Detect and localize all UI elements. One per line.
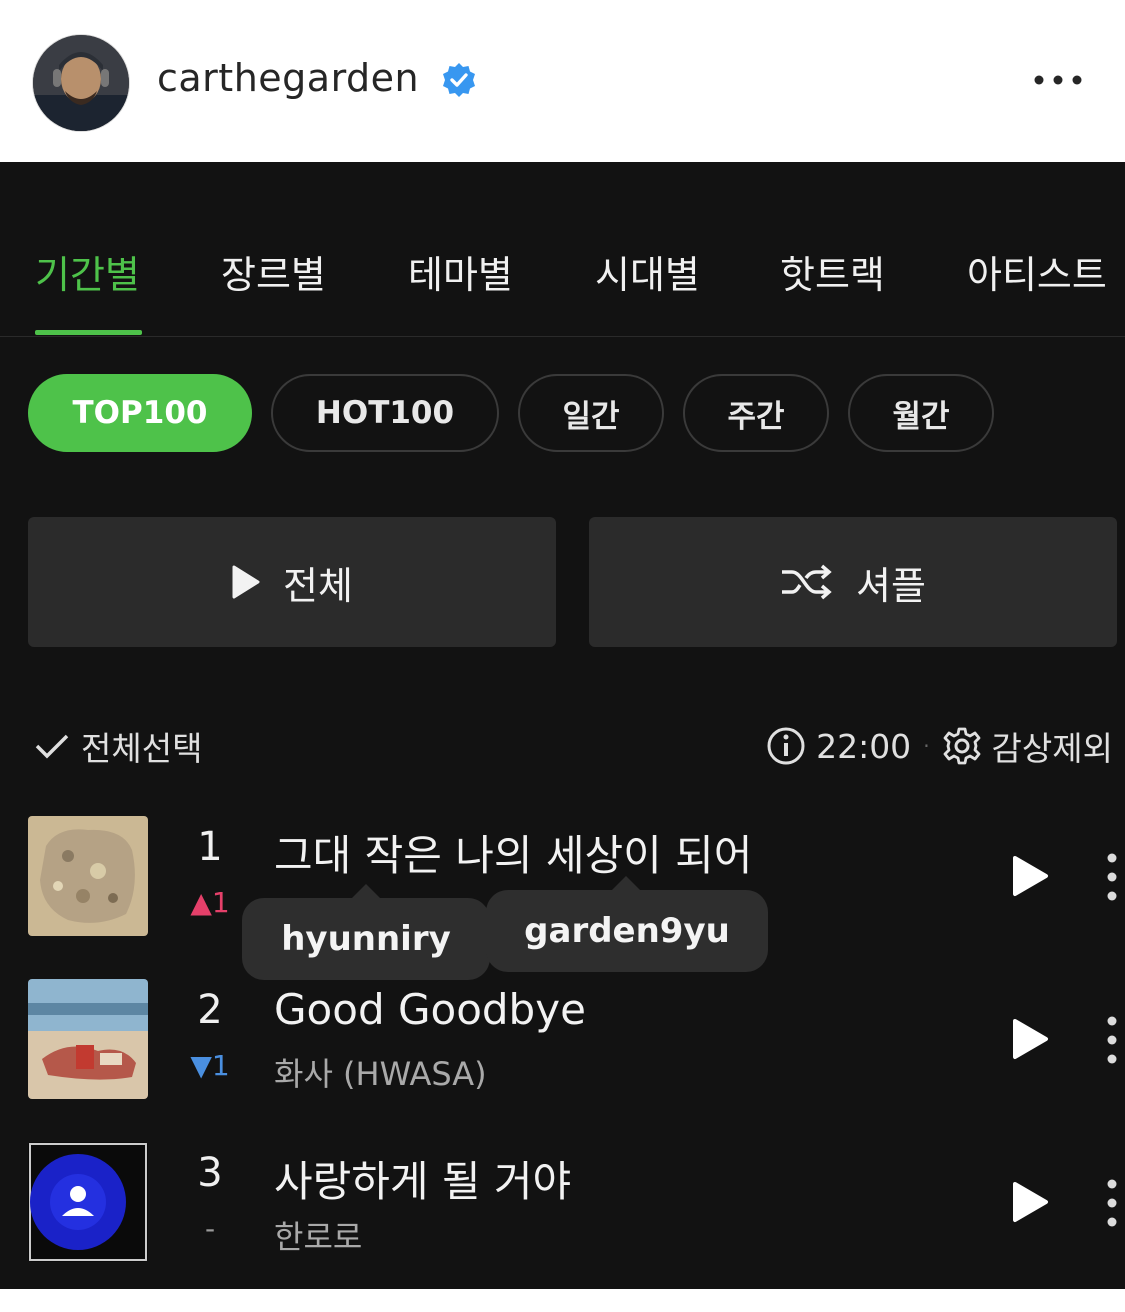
play-all-button[interactable]: 전체 [28, 517, 556, 647]
user-tag-label: garden9yu [524, 911, 730, 951]
rank-change: ▼1 [190, 1049, 230, 1082]
song-rank: 3 [197, 1150, 223, 1196]
info-icon[interactable] [766, 726, 806, 766]
song-row[interactable]: 2 ▼1 Good Goodbye 화사 (HWASA) [0, 979, 1125, 1099]
song-row[interactable]: 3 - 사랑하게 될 거야 한로로 [0, 1142, 1125, 1262]
username[interactable]: carthegarden [157, 56, 419, 100]
album-art [28, 816, 148, 936]
tab-period[interactable]: 기간별 [35, 244, 140, 299]
user-tag-label: hyunniry [281, 919, 451, 959]
song-artist: 화사 (HWASA) [274, 1055, 487, 1093]
shuffle-label: 셔플 [856, 563, 926, 608]
chip-top100[interactable]: TOP100 [28, 374, 252, 452]
select-all-label: 전체선택 [81, 729, 203, 768]
post-header: carthegarden [0, 0, 1125, 162]
select-all[interactable]: 전체선택 [35, 722, 202, 770]
post-bottom-edge [0, 1289, 1125, 1312]
song-title: 사랑하게 될 거야 [274, 1157, 572, 1206]
verified-badge-icon [443, 63, 475, 97]
tab-era[interactable]: 시대별 [595, 244, 700, 299]
play-icon[interactable] [1010, 854, 1050, 898]
shuffle-icon [780, 564, 834, 600]
tab-hottrack[interactable]: 핫트랙 [780, 244, 885, 299]
song-rank: 2 [197, 987, 223, 1033]
chip-monthly[interactable]: 월간 [848, 374, 994, 452]
song-artist: 한로로 [274, 1218, 363, 1256]
more-vertical-icon[interactable] [1104, 852, 1120, 902]
chart-screenshot: 기간별 장르별 테마별 시대별 핫트랙 아티스트 TOP100 HOT100 일… [0, 162, 1125, 1289]
album-art [28, 1142, 148, 1262]
play-icon[interactable] [1010, 1180, 1050, 1224]
period-tabs: 기간별 장르별 테마별 시대별 핫트랙 아티스트 [0, 244, 1125, 336]
profile-avatar[interactable] [33, 35, 129, 131]
rank-change: ▲1 [190, 886, 230, 919]
active-tab-indicator [35, 330, 142, 335]
user-tag[interactable]: garden9yu [486, 876, 768, 972]
more-vertical-icon[interactable] [1104, 1015, 1120, 1065]
shuffle-button[interactable]: 셔플 [589, 517, 1117, 647]
song-rank: 1 [197, 824, 223, 870]
tab-theme[interactable]: 테마별 [408, 244, 513, 299]
play-all-label: 전체 [283, 563, 353, 608]
tab-artist[interactable]: 아티스트 [967, 244, 1107, 299]
album-art [28, 979, 148, 1099]
settings-gear-icon[interactable] [942, 726, 982, 766]
song-title: Good Goodbye [274, 985, 586, 1034]
song-title: 그대 작은 나의 세상이 되어 [274, 831, 753, 880]
checkmark-icon [35, 733, 69, 759]
chip-hot100[interactable]: HOT100 [271, 374, 499, 452]
more-vertical-icon[interactable] [1104, 1178, 1120, 1228]
play-icon[interactable] [1010, 1017, 1050, 1061]
rank-change: - [204, 1212, 216, 1245]
exclude-label[interactable]: 감상제외 [992, 722, 1113, 770]
chip-daily[interactable]: 일간 [518, 374, 664, 452]
chart-time: 22:00 [816, 726, 912, 766]
tab-genre[interactable]: 장르별 [221, 244, 326, 299]
chip-weekly[interactable]: 주간 [683, 374, 829, 452]
play-icon [231, 564, 261, 600]
cropped-header-fragment [0, 162, 1125, 176]
user-tag[interactable]: hyunniry [242, 884, 490, 980]
tabs-divider [0, 336, 1125, 337]
more-options-icon[interactable] [1033, 70, 1083, 90]
separator-dot: · [923, 734, 930, 758]
chart-meta: 22:00 · 감상제외 [766, 722, 1113, 770]
